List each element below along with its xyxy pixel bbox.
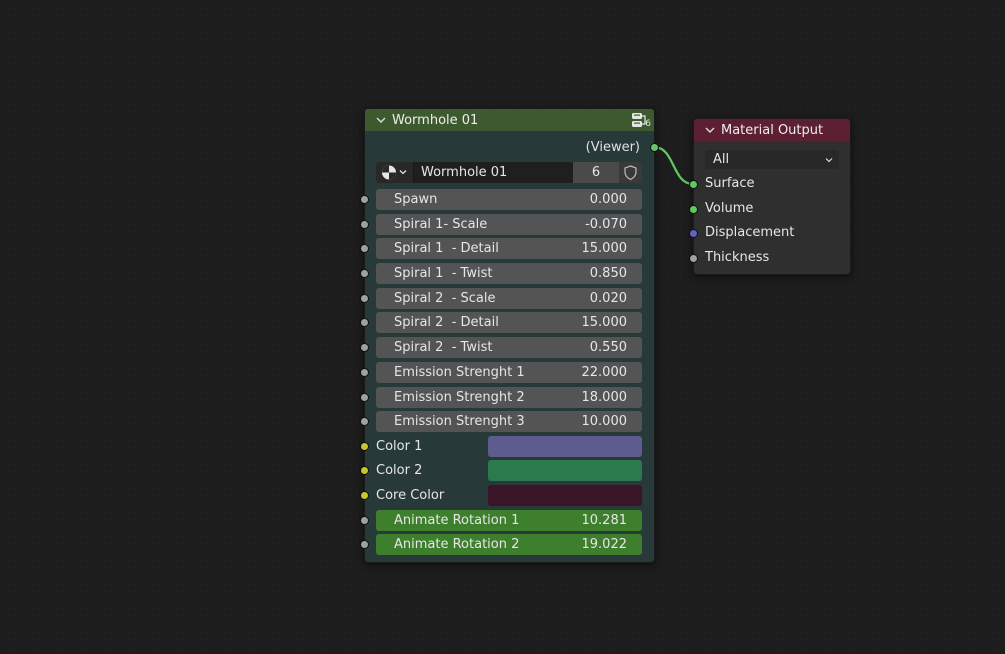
input-value: 10.281 <box>581 513 628 528</box>
input-label: Emission Strenght 2 <box>394 390 525 405</box>
input-value: 22.000 <box>581 365 628 380</box>
input-field-emission-3[interactable]: Emission Strenght 3 10.000 <box>376 411 642 432</box>
input-socket-spiral1-scale[interactable] <box>360 220 369 229</box>
color-swatch-core-color[interactable] <box>488 485 642 506</box>
input-socket-emission-2[interactable] <box>360 393 369 402</box>
input-field-spiral1-twist[interactable]: Spiral 1 - Twist 0.850 <box>376 263 642 284</box>
input-field-animate-rotation-1[interactable]: Animate Rotation 1 10.281 <box>376 510 642 531</box>
color-input-label: Core Color <box>376 488 445 503</box>
input-socket-color-1[interactable] <box>360 442 369 451</box>
color-swatch-color-1[interactable] <box>488 436 642 457</box>
output-node-title: Material Output <box>721 122 824 138</box>
input-value: 18.000 <box>581 390 628 405</box>
viewer-output-label: (Viewer) <box>585 140 640 155</box>
viewer-to-surface-link <box>653 145 694 186</box>
input-socket-color-2[interactable] <box>360 466 369 475</box>
input-socket-animate-rotation-1[interactable] <box>360 516 369 525</box>
surface-input-socket[interactable] <box>689 180 698 189</box>
viewer-output-socket[interactable] <box>650 143 659 152</box>
input-value: 0.020 <box>589 291 627 306</box>
input-value: 15.000 <box>581 315 628 330</box>
chevron-down-icon <box>825 158 833 163</box>
shield-icon <box>624 165 637 181</box>
render-target-dropdown[interactable]: All <box>705 150 839 169</box>
input-socket-core-color[interactable] <box>360 491 369 500</box>
collapse-chevron-icon[interactable] <box>376 115 386 125</box>
group-node-title: Wormhole 01 <box>392 112 479 128</box>
input-label: Animate Rotation 2 <box>394 537 520 552</box>
node-group-user-count: 6 <box>645 119 651 129</box>
input-label: Spiral 1- Scale <box>394 217 488 232</box>
input-field-spiral2-twist[interactable]: Spiral 2 - Twist 0.550 <box>376 337 642 358</box>
input-field-emission-2[interactable]: Emission Strenght 2 18.000 <box>376 387 642 408</box>
material-output-node[interactable]: Material Output All Surface Volume Displ… <box>689 118 851 275</box>
input-field-spawn[interactable]: Spawn 0.000 <box>376 189 642 210</box>
input-field-spiral2-detail[interactable]: Spiral 2 - Detail 15.000 <box>376 312 642 333</box>
input-value: 0.850 <box>589 266 627 281</box>
input-socket-spiral2-twist[interactable] <box>360 343 369 352</box>
surface-label: Surface <box>705 176 755 191</box>
input-field-animate-rotation-2[interactable]: Animate Rotation 2 19.022 <box>376 534 642 555</box>
input-field-spiral2-scale[interactable]: Spiral 2 - Scale 0.020 <box>376 288 642 309</box>
color-input-label: Color 2 <box>376 463 423 478</box>
displacement-input-socket[interactable] <box>689 229 698 238</box>
color-swatch-color-2[interactable] <box>488 460 642 481</box>
input-label: Emission Strenght 1 <box>394 365 525 380</box>
node-tree-name-field[interactable]: Wormhole 01 <box>413 162 573 183</box>
node-tree-browse-button[interactable] <box>376 162 413 183</box>
input-socket-spiral2-detail[interactable] <box>360 318 369 327</box>
volume-label: Volume <box>705 201 754 216</box>
input-value: 15.000 <box>581 241 628 256</box>
input-value: 10.000 <box>581 414 628 429</box>
input-value: 0.000 <box>589 192 627 207</box>
input-label: Animate Rotation 1 <box>394 513 520 528</box>
input-socket-emission-1[interactable] <box>360 368 369 377</box>
input-socket-animate-rotation-2[interactable] <box>360 540 369 549</box>
output-node-header[interactable]: Material Output <box>694 119 850 141</box>
input-label: Spiral 1 - Twist <box>394 266 493 281</box>
node-tree-icon <box>382 165 407 180</box>
node-tree-user-count[interactable]: 6 <box>573 162 619 183</box>
input-label: Emission Strenght 3 <box>394 414 525 429</box>
group-node-header[interactable]: Wormhole 01 6 <box>365 109 654 131</box>
input-label: Spawn <box>394 192 438 207</box>
input-socket-spiral1-detail[interactable] <box>360 244 369 253</box>
input-value: 19.022 <box>581 537 628 552</box>
thickness-input-socket[interactable] <box>689 254 698 263</box>
input-field-emission-1[interactable]: Emission Strenght 1 22.000 <box>376 362 642 383</box>
input-value: 0.550 <box>589 340 627 355</box>
fake-user-button[interactable] <box>619 162 642 183</box>
input-field-spiral1-scale[interactable]: Spiral 1- Scale -0.070 <box>376 214 642 235</box>
thickness-label: Thickness <box>705 250 770 265</box>
render-target-value: All <box>713 152 730 167</box>
node-group-datablock-selector[interactable]: Wormhole 01 6 <box>376 162 642 183</box>
input-label: Spiral 2 - Scale <box>394 291 496 306</box>
input-label: Spiral 1 - Detail <box>394 241 499 256</box>
input-socket-spawn[interactable] <box>360 195 369 204</box>
input-socket-spiral1-twist[interactable] <box>360 269 369 278</box>
displacement-label: Displacement <box>705 225 795 240</box>
input-label: Spiral 2 - Twist <box>394 340 493 355</box>
input-field-spiral1-detail[interactable]: Spiral 1 - Detail 15.000 <box>376 238 642 259</box>
input-label: Spiral 2 - Detail <box>394 315 499 330</box>
input-value: -0.070 <box>585 217 627 232</box>
input-socket-spiral2-scale[interactable] <box>360 294 369 303</box>
volume-input-socket[interactable] <box>689 205 698 214</box>
input-socket-emission-3[interactable] <box>360 417 369 426</box>
collapse-chevron-icon[interactable] <box>705 125 715 135</box>
color-input-label: Color 1 <box>376 439 423 454</box>
wormhole-group-node[interactable]: Wormhole 01 6 (Viewer) Wormhole 01 6 Spa… <box>360 108 659 563</box>
